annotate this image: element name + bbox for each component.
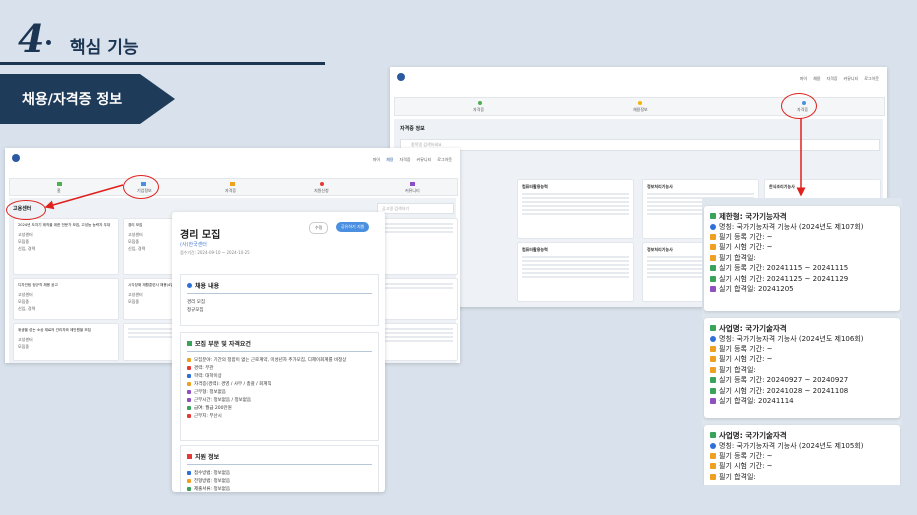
annotation-arrows bbox=[44, 118, 806, 210]
arrow-to-panel-title bbox=[44, 184, 124, 210]
